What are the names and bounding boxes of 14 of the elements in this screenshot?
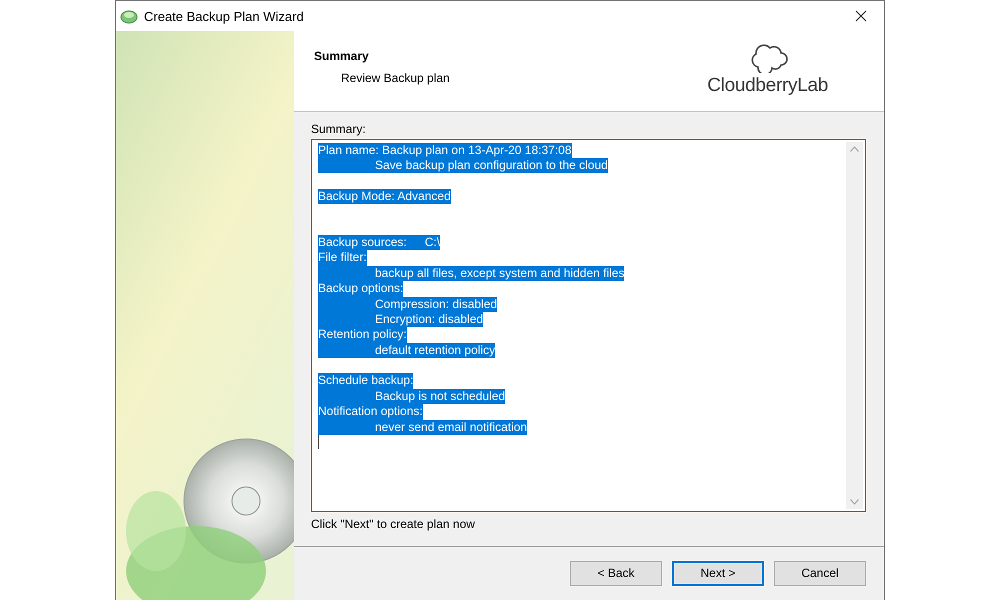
hint-text: Click "Next" to create plan now xyxy=(311,516,476,531)
close-icon xyxy=(855,10,867,22)
app-icon xyxy=(120,8,138,24)
page-title: Summary xyxy=(314,49,370,63)
wizard-button[interactable]: < Back xyxy=(570,560,662,586)
wizard-button[interactable]: Cancel xyxy=(774,560,866,586)
scrollbar[interactable] xyxy=(846,142,863,509)
summary-text-area[interactable] xyxy=(311,138,866,512)
page-subtitle: Review Backup plan xyxy=(340,71,450,85)
logo-text: CloudberryLab xyxy=(707,75,828,97)
summary-label: Summary: xyxy=(311,122,367,136)
text-caret xyxy=(318,435,319,450)
wizard-button[interactable]: Next > xyxy=(672,560,764,586)
window-title: Create Backup Plan Wizard xyxy=(144,8,305,24)
